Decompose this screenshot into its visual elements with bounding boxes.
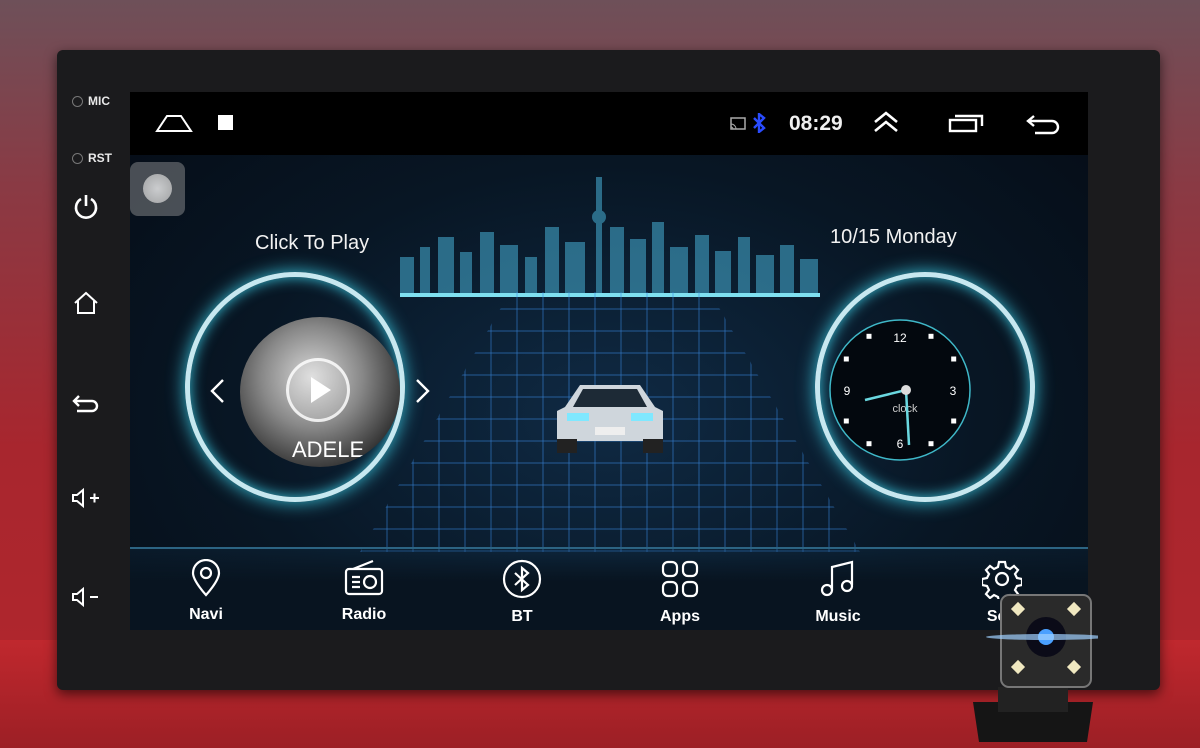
recent-apps-icon[interactable] [948,113,984,133]
app-music[interactable]: Music [793,559,883,626]
hour-tick [843,356,849,362]
power-icon [74,195,98,219]
hour-tick [928,441,934,447]
status-bar: 08:29 [130,92,1088,155]
album-text: ADELE [292,437,365,462]
back-icon [72,395,99,413]
app-label: BT [511,608,533,625]
radio-icon [344,559,384,596]
bluetooth-icon [502,559,542,599]
clock-label: clock [892,403,918,415]
rst-label: RST [88,151,112,165]
hour-tick [951,418,957,424]
back-arrow-icon[interactable] [1026,113,1062,135]
volume-down-button[interactable] [70,581,102,613]
back-button[interactable] [70,387,102,419]
app-radio[interactable]: Radio [319,559,409,624]
app-label: Apps [660,608,700,625]
date-label: 10/15 Monday [830,226,957,248]
home-button[interactable] [70,287,102,319]
city-skyline-graphic [400,177,820,297]
backup-camera-product [973,594,1098,742]
home-icon [74,291,98,314]
next-track-icon[interactable] [412,377,432,405]
app-label: Radio [341,606,387,623]
click-to-play-label[interactable]: Click To Play [255,232,369,255]
rst-button[interactable]: RST [72,151,112,165]
numeral-3: 3 [950,384,957,398]
play-button[interactable] [286,358,350,422]
hour-tick [866,441,872,447]
app-bt[interactable]: BT [477,559,567,626]
analog-clock[interactable]: 12 3 6 9 clock [815,310,985,480]
clock-time: 08:29 [789,112,843,135]
bluetooth-icon [753,113,766,133]
mic-indicator: MIC [72,94,110,108]
stop-square-icon[interactable] [218,115,233,130]
volume-up-icon [72,487,99,509]
music-note-icon [820,560,854,597]
home-outline-icon[interactable] [155,113,193,133]
screen: 08:29 Click To Play ADELE 10/15 Monday 1… [130,92,1088,630]
mic-label: MIC [88,94,110,108]
numeral-9: 9 [844,384,851,398]
car-graphic [557,385,663,453]
play-icon [311,377,331,403]
floating-assistive-button[interactable] [130,162,185,216]
hour-tick [843,418,849,424]
previous-track-icon[interactable] [208,377,228,405]
app-apps[interactable]: Apps [635,559,725,626]
hour-tick [928,333,934,339]
app-label: Navi [189,606,223,623]
hour-tick [951,356,957,362]
volume-down-icon [72,586,98,608]
numeral-6: 6 [897,437,904,451]
volume-up-button[interactable] [70,482,102,514]
clock-center [901,385,911,395]
numeral-12: 12 [893,331,907,345]
apps-grid-icon [661,560,699,598]
cast-icon [730,117,746,130]
app-dock: Navi Radio BT Apps Music Sett [130,547,1088,630]
power-button[interactable] [70,190,102,222]
double-chevron-up-icon[interactable] [872,110,900,134]
hour-tick [866,333,872,339]
location-pin-icon [191,558,221,597]
app-navi[interactable]: Navi [161,558,251,624]
app-label: Music [815,608,861,625]
